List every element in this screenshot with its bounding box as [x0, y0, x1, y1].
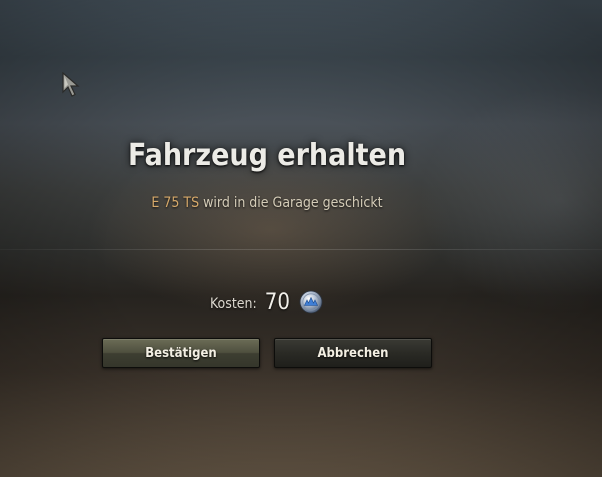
mouse-cursor-icon — [62, 72, 80, 97]
background-vignette — [0, 0, 602, 477]
cost-label: Kosten: — [210, 296, 257, 312]
cost-row: Kosten: 70 — [210, 287, 323, 317]
confirm-button[interactable]: Bestätigen — [102, 338, 260, 368]
dialog-divider — [0, 249, 602, 250]
dialog-title: Fahrzeug erhalten — [127, 138, 407, 173]
vehicle-name: E 75 TS — [151, 195, 200, 211]
message-text: wird in die Garage geschickt — [203, 195, 383, 211]
cost-value: 70 — [264, 289, 290, 315]
dialog-message: E 75 TS wird in die Garage geschickt — [0, 195, 534, 211]
gold-coin-icon — [299, 290, 323, 314]
cancel-button[interactable]: Abbrechen — [274, 338, 432, 368]
